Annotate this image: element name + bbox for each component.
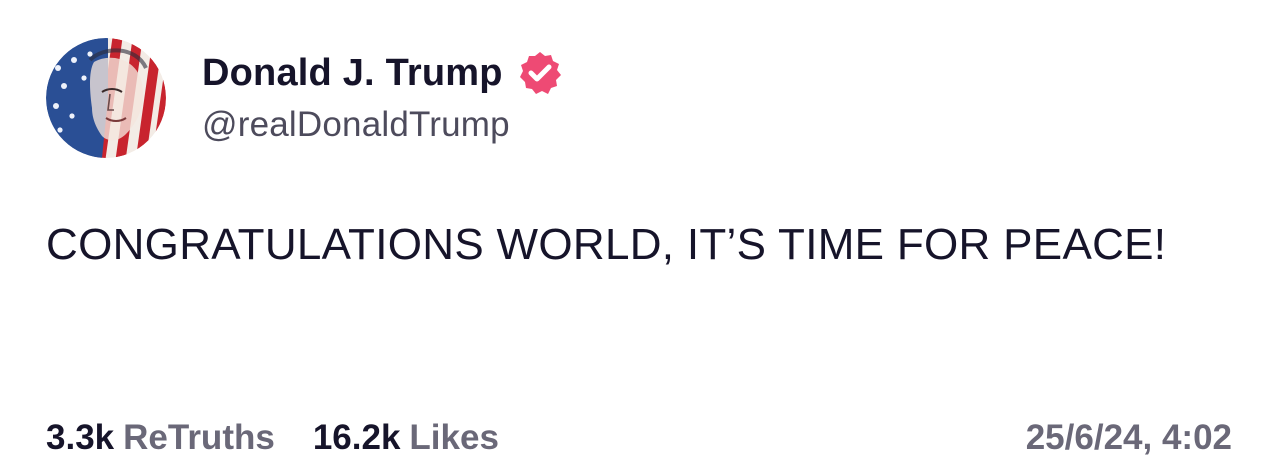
- retruths-label: ReTruths: [123, 418, 275, 457]
- post-text: CONGRATULATIONS WORLD, IT’S TIME FOR PEA…: [46, 220, 1167, 269]
- name-row: Donald J. Trump: [202, 45, 563, 101]
- author-handle[interactable]: @realDonaldTrump: [202, 105, 563, 145]
- retruths-stat[interactable]: 3.3k ReTruths: [46, 418, 275, 458]
- verified-badge-icon: [517, 50, 563, 96]
- avatar[interactable]: [46, 38, 166, 158]
- author-display-name[interactable]: Donald J. Trump: [202, 52, 503, 95]
- post-card: Donald J. Trump @realDonaldTrump CONGRAT…: [0, 0, 1278, 461]
- likes-label: Likes: [409, 418, 499, 457]
- author-identity: Donald J. Trump @realDonaldTrump: [202, 45, 563, 145]
- flag-portrait-avatar-icon: [46, 38, 166, 158]
- likes-stat[interactable]: 16.2k Likes: [313, 418, 499, 458]
- likes-count: 16.2k: [312, 418, 401, 457]
- post-timestamp[interactable]: 25/6/24, 4:02: [1026, 418, 1232, 458]
- post-footer: 3.3k ReTruths 16.2k Likes 25/6/24, 4:02: [46, 418, 1232, 458]
- retruths-count: 3.3k: [46, 418, 115, 457]
- post-header: Donald J. Trump @realDonaldTrump: [46, 38, 563, 158]
